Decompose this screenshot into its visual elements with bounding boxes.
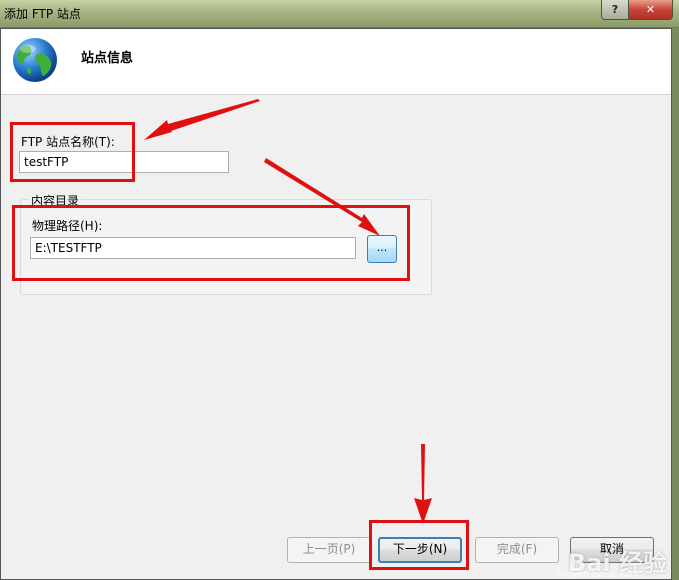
finish-button[interactable]: 完成(F) xyxy=(475,537,559,563)
previous-button[interactable]: 上一页(P) xyxy=(287,537,371,563)
site-name-highlight xyxy=(10,122,135,182)
wizard-header: 站点信息 xyxy=(1,29,671,95)
path-highlight xyxy=(12,205,410,281)
window-title: 添加 FTP 站点 xyxy=(4,7,81,21)
dialog-body: 站点信息 FTP 站点名称(T): testFTP 内容目录 物理路径(H): … xyxy=(0,28,672,580)
header-title: 站点信息 xyxy=(81,51,134,66)
caption-buttons: ? ✕ xyxy=(601,0,673,20)
next-highlight xyxy=(369,520,469,570)
title-bar[interactable]: 添加 FTP 站点 ? ✕ xyxy=(0,0,679,28)
close-button[interactable]: ✕ xyxy=(629,0,673,20)
globe-icon xyxy=(13,38,57,82)
help-button[interactable]: ? xyxy=(601,0,629,20)
cancel-button[interactable]: 取消 xyxy=(570,537,654,563)
